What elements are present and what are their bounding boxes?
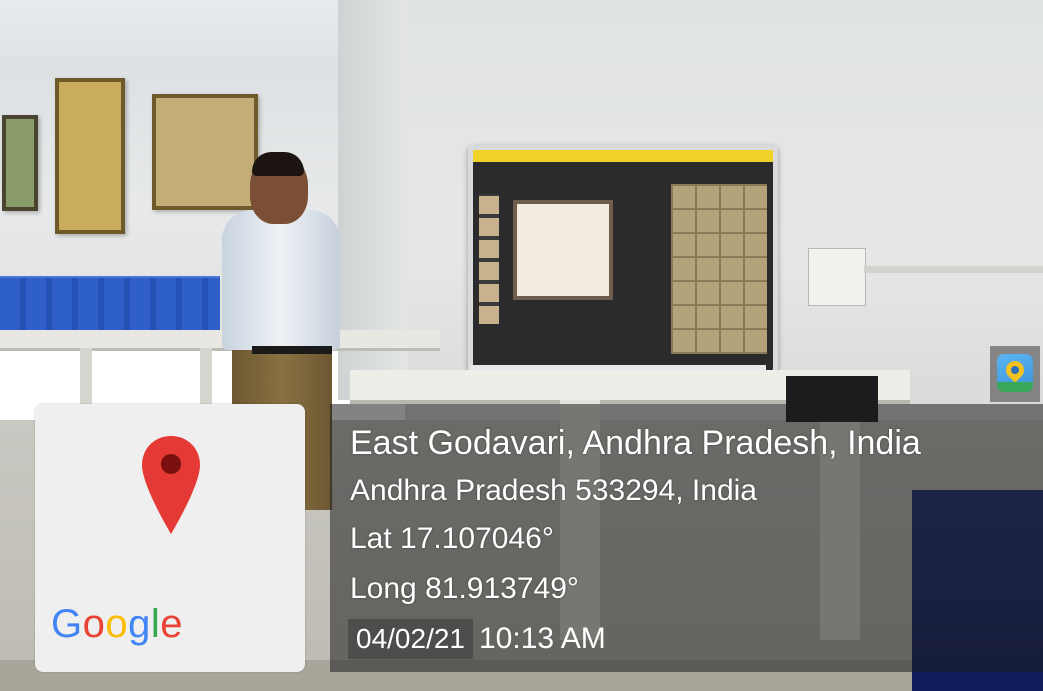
google-logo: Google bbox=[51, 602, 183, 647]
latitude: Lat 17.107046° bbox=[350, 522, 554, 555]
blue-bags bbox=[0, 276, 220, 334]
wall-frame bbox=[2, 115, 38, 211]
gps-map-camera-icon bbox=[997, 354, 1033, 392]
smart-board bbox=[468, 145, 778, 375]
wall-frame bbox=[152, 94, 258, 210]
map-card[interactable]: Google bbox=[35, 404, 305, 672]
board-thumbnails bbox=[479, 194, 499, 324]
address-line-1: East Godavari, Andhra Pradesh, India bbox=[350, 424, 921, 462]
google-logo-letter: o bbox=[82, 602, 106, 646]
shelf-leg bbox=[200, 348, 212, 408]
google-logo-text: Google bbox=[51, 602, 183, 647]
shelf bbox=[0, 330, 440, 351]
google-logo-letter: l bbox=[150, 602, 161, 646]
google-logo-letter: g bbox=[128, 602, 151, 646]
app-badge bbox=[990, 346, 1040, 402]
map-pin-icon bbox=[142, 436, 200, 534]
board-slide bbox=[513, 200, 613, 300]
longitude: Long 81.913749° bbox=[350, 572, 579, 605]
google-logo-letter: o bbox=[105, 602, 129, 646]
wall-frame bbox=[55, 78, 125, 234]
ceiling bbox=[0, 0, 345, 58]
person-hair bbox=[252, 152, 304, 176]
shelf-leg bbox=[80, 348, 92, 408]
date: 04/02/21 bbox=[348, 619, 473, 659]
location-info-panel: East Godavari, Andhra Pradesh, India And… bbox=[330, 404, 1043, 672]
address-line-2: Andhra Pradesh 533294, India bbox=[350, 474, 757, 507]
google-logo-letter: e bbox=[160, 602, 184, 646]
timestamp-row: 04/02/21 10:13 AM bbox=[348, 616, 606, 662]
switch-box bbox=[808, 248, 866, 306]
google-logo-letter: G bbox=[51, 602, 83, 646]
time: 10:13 AM bbox=[479, 622, 606, 655]
board-top-bar bbox=[473, 150, 773, 162]
board-video-grid bbox=[671, 184, 767, 354]
person-shirt bbox=[222, 210, 340, 350]
wall-conduit bbox=[864, 266, 1043, 273]
person-belt bbox=[252, 346, 332, 354]
